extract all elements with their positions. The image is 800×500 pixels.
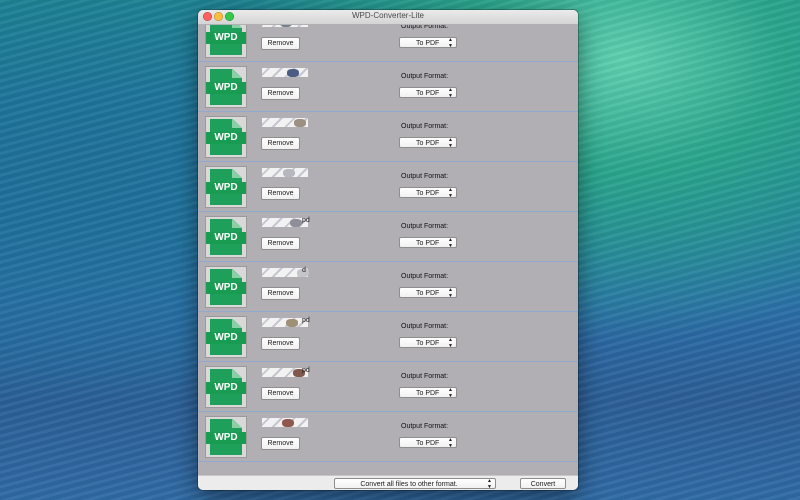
file-row[interactable]: WPD Remove Output Format: To PDF ▲ ▼: [198, 62, 578, 112]
updown-chevron-icon: ▲ ▼: [448, 87, 453, 99]
output-format-select[interactable]: To PDF ▲ ▼: [399, 437, 457, 448]
wpd-file-icon: WPD: [205, 25, 247, 58]
remove-button[interactable]: Remove: [261, 237, 300, 250]
file-row[interactable]: WPD d Remove Output Format: To PDF ▲ ▼: [198, 262, 578, 312]
convert-all-select[interactable]: Convert all files to other format. ▲ ▼: [334, 478, 496, 489]
file-row[interactable]: WPD Remove Output Format: To PDF ▲ ▼: [198, 412, 578, 462]
file-name-thumbnail: [262, 118, 308, 127]
updown-chevron-icon: ▲ ▼: [448, 237, 453, 249]
remove-button[interactable]: Remove: [261, 37, 300, 50]
file-list[interactable]: WPD Remove Output Format: To PDF ▲ ▼ WPD Remove…: [198, 25, 578, 475]
remove-button[interactable]: Remove: [261, 437, 300, 450]
remove-button[interactable]: Remove: [261, 87, 300, 100]
output-format-label: Output Format:: [401, 173, 449, 180]
file-name-thumbnail: [262, 418, 308, 427]
file-icon-label: WPD: [206, 182, 246, 194]
file-name-thumbnail: [262, 168, 308, 177]
output-format-value: To PDF: [416, 390, 440, 397]
updown-chevron-icon: ▲ ▼: [448, 187, 453, 199]
output-format-value: To PDF: [416, 190, 440, 197]
file-row[interactable]: WPD pd Remove Output Format: To PDF ▲ ▼: [198, 312, 578, 362]
wpd-file-icon: WPD: [205, 416, 247, 458]
wpd-file-icon: WPD: [205, 266, 247, 308]
file-row[interactable]: WPD pd Remove Output Format: To PDF ▲ ▼: [198, 212, 578, 262]
updown-chevron-icon: ▲ ▼: [448, 387, 453, 399]
output-format-label: Output Format:: [401, 273, 449, 280]
file-row[interactable]: WPD Remove Output Format: To PDF ▲ ▼: [198, 162, 578, 212]
file-icon-label: WPD: [206, 432, 246, 444]
output-format-label: Output Format:: [401, 25, 449, 30]
remove-button[interactable]: Remove: [261, 387, 300, 400]
file-icon-label: WPD: [206, 332, 246, 344]
updown-chevron-icon: ▲ ▼: [448, 37, 453, 49]
output-format-select[interactable]: To PDF ▲ ▼: [399, 337, 457, 348]
output-format-select[interactable]: To PDF ▲ ▼: [399, 137, 457, 148]
output-format-value: To PDF: [416, 90, 440, 97]
output-format-label: Output Format:: [401, 323, 449, 330]
output-format-label: Output Format:: [401, 123, 449, 130]
file-row[interactable]: WPD Remove Output Format: To PDF ▲ ▼: [198, 25, 578, 62]
output-format-select[interactable]: To PDF ▲ ▼: [399, 37, 457, 48]
footer-bar: Convert all files to other format. ▲ ▼ Co…: [198, 475, 578, 490]
convert-all-label: Convert all files to other format.: [360, 481, 458, 488]
output-format-select[interactable]: To PDF ▲ ▼: [399, 287, 457, 298]
output-format-label: Output Format:: [401, 73, 449, 80]
output-format-label: Output Format:: [401, 373, 449, 380]
output-format-value: To PDF: [416, 40, 440, 47]
output-format-value: To PDF: [416, 240, 440, 247]
remove-button[interactable]: Remove: [261, 287, 300, 300]
output-format-select[interactable]: To PDF ▲ ▼: [399, 187, 457, 198]
updown-chevron-icon: ▲ ▼: [448, 287, 453, 299]
file-name-text: d: [302, 267, 306, 274]
output-format-label: Output Format:: [401, 423, 449, 430]
title-bar: WPD-Converter-Lite: [198, 10, 578, 25]
wpd-file-icon: WPD: [205, 366, 247, 408]
output-format-value: To PDF: [416, 340, 440, 347]
updown-chevron-icon: ▲ ▼: [487, 478, 492, 490]
wpd-file-icon: WPD: [205, 216, 247, 258]
file-name-text: pd: [302, 367, 310, 374]
output-format-label: Output Format:: [401, 223, 449, 230]
updown-chevron-icon: ▲ ▼: [448, 437, 453, 449]
app-window: WPD-Converter-Lite WPD Remove Output Forma…: [198, 10, 578, 490]
file-name-thumbnail: [262, 25, 308, 27]
file-row[interactable]: WPD pd Remove Output Format: To PDF ▲ ▼: [198, 362, 578, 412]
window-title: WPD-Converter-Lite: [351, 11, 424, 20]
updown-chevron-icon: ▲ ▼: [448, 337, 453, 349]
file-icon-label: WPD: [206, 32, 246, 44]
file-name-text: pd: [302, 217, 310, 224]
output-format-select[interactable]: To PDF ▲ ▼: [399, 237, 457, 248]
output-format-select[interactable]: To PDF ▲ ▼: [399, 387, 457, 398]
output-format-value: To PDF: [416, 440, 440, 447]
remove-button[interactable]: Remove: [261, 137, 300, 150]
file-name-thumbnail: [262, 68, 308, 77]
wpd-file-icon: WPD: [205, 66, 247, 108]
updown-chevron-icon: ▲ ▼: [448, 137, 453, 149]
file-icon-label: WPD: [206, 282, 246, 294]
file-icon-label: WPD: [206, 382, 246, 394]
file-icon-label: WPD: [206, 132, 246, 144]
remove-button[interactable]: Remove: [261, 187, 300, 200]
wpd-file-icon: WPD: [205, 316, 247, 358]
file-name-text: pd: [302, 317, 310, 324]
wpd-file-icon: WPD: [205, 116, 247, 158]
output-format-select[interactable]: To PDF ▲ ▼: [399, 87, 457, 98]
file-icon-label: WPD: [206, 232, 246, 244]
file-icon-label: WPD: [206, 82, 246, 94]
file-row[interactable]: WPD Remove Output Format: To PDF ▲ ▼: [198, 112, 578, 162]
wpd-file-icon: WPD: [205, 166, 247, 208]
remove-button[interactable]: Remove: [261, 337, 300, 350]
output-format-value: To PDF: [416, 290, 440, 297]
convert-button[interactable]: Convert: [520, 478, 566, 489]
output-format-value: To PDF: [416, 140, 440, 147]
